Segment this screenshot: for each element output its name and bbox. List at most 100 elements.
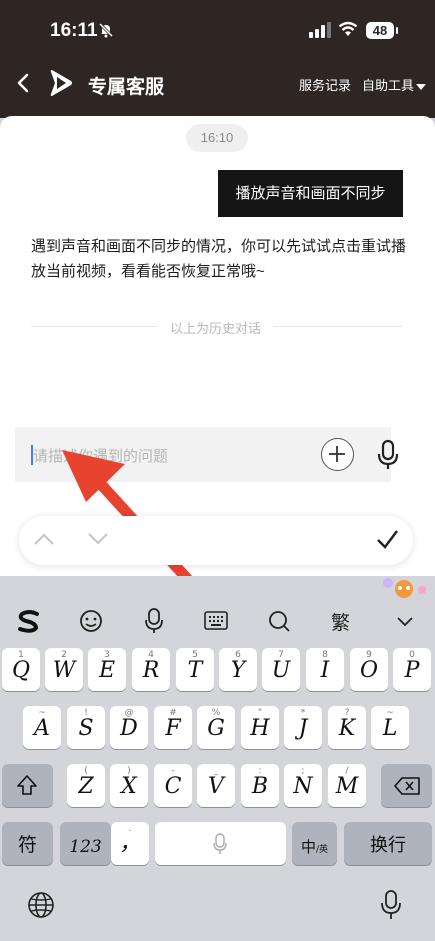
backspace-key[interactable] [381, 764, 432, 807]
service-records-link[interactable]: 服务记录 [299, 75, 351, 94]
space-mic-icon [213, 833, 227, 854]
key-t[interactable]: 5T [176, 648, 214, 691]
key-p[interactable]: 0P [393, 648, 431, 691]
key-b[interactable]: :B [241, 764, 279, 807]
wifi-icon [338, 21, 358, 36]
key-label: F [165, 716, 181, 741]
key-x[interactable]: ) X [110, 764, 148, 807]
divider-line [273, 326, 403, 327]
language-switch-key[interactable]: 中/英 [292, 822, 337, 865]
app-header: 16:11 48 专属客服 服务记录 自助工具 [0, 0, 435, 118]
sogou-logo-icon[interactable] [14, 606, 44, 636]
key-d[interactable]: @ D [110, 706, 148, 749]
plus-icon [329, 446, 345, 462]
key-label: 中/英 [292, 836, 337, 857]
self-tools-label: 自助工具 [362, 78, 415, 93]
key-i[interactable]: 8I [306, 648, 344, 691]
divider-line [31, 326, 158, 327]
voice-input-mic-icon[interactable] [375, 439, 401, 471]
key-label: 123 [69, 837, 102, 857]
collapse-keyboard-icon[interactable] [396, 606, 414, 636]
comma-key[interactable]: .， [111, 822, 149, 865]
user-message-bubble: 播放声音和画面不同步 [218, 170, 403, 217]
key-o[interactable]: 9O [350, 648, 388, 691]
page-title: 专属客服 [88, 77, 165, 98]
key-label: ， [118, 831, 141, 856]
key-label: H [250, 716, 270, 741]
key-a[interactable]: ~ A [23, 706, 61, 749]
chat-panel: 16:10 播放声音和画面不同步 遇到声音和画面不同步的情况，你可以先试试点击重… [0, 116, 435, 612]
key-k[interactable]: ? K [328, 706, 366, 749]
key-label: N [293, 774, 313, 799]
key-label: M [335, 774, 359, 799]
self-tools-dropdown[interactable]: 自助工具 [362, 75, 427, 94]
key-n[interactable]: ; N [284, 764, 322, 807]
key-label: K [338, 716, 356, 741]
return-key[interactable]: 换行 [344, 822, 432, 865]
symbols-key[interactable]: 符 [2, 822, 53, 865]
key-label: Z [78, 774, 94, 799]
microphone-icon[interactable] [143, 606, 165, 636]
key-label: Y [230, 658, 246, 683]
key-label: G [207, 716, 225, 741]
key-e[interactable]: 3E [88, 648, 126, 691]
add-attachment-button[interactable] [321, 438, 354, 471]
status-bar: 16:11 48 [0, 0, 435, 60]
keyboard: 繁 1Q 2W 3E 4R 5T 6Y 7U 8I 9O 0P ~ A ! S @ D… [0, 576, 435, 941]
key-label: B [251, 774, 269, 799]
key-q[interactable]: 1Q [2, 648, 40, 691]
space-key[interactable] [155, 822, 286, 865]
message-timestamp: 16:10 [186, 124, 248, 152]
chevron-up-icon[interactable] [33, 531, 55, 547]
cellular-signal-icon [309, 22, 331, 38]
chevron-down-icon[interactable] [87, 531, 109, 547]
search-icon[interactable] [267, 606, 291, 636]
keyboard-accessory-bar [19, 516, 413, 565]
key-label: P [404, 658, 420, 683]
key-label: O [359, 658, 379, 683]
numbers-key[interactable]: 123 [60, 822, 111, 865]
key-label: D [120, 716, 138, 741]
key-l[interactable]: ~ L [371, 706, 409, 749]
keyboard-mascot-icon [383, 578, 426, 598]
key-j[interactable]: * J [284, 706, 322, 749]
key-s[interactable]: ! S [67, 706, 105, 749]
shift-key[interactable] [2, 764, 53, 807]
key-label: X [121, 774, 137, 799]
key-label: J [298, 716, 308, 741]
done-checkmark-icon[interactable] [375, 528, 399, 552]
keyboard-switch-icon[interactable] [203, 606, 229, 636]
key-y[interactable]: 6Y [219, 648, 257, 691]
emoji-icon[interactable] [78, 606, 104, 636]
dropdown-caret-icon [416, 83, 427, 90]
app-logo-icon [50, 70, 72, 96]
key-g[interactable]: % G [197, 706, 235, 749]
history-divider: 以上为历史对话 [31, 317, 403, 336]
dictation-mic-icon[interactable] [380, 889, 402, 921]
traditional-chinese-toggle[interactable]: 繁 [331, 608, 350, 638]
mute-bell-icon [98, 22, 114, 38]
key-c[interactable]: -C [154, 764, 192, 807]
history-divider-text: 以上为历史对话 [170, 321, 262, 336]
key-v[interactable]: _ V [197, 764, 235, 807]
key-h[interactable]: " H [241, 706, 279, 749]
key-m[interactable]: / M [328, 764, 366, 807]
key-label: E [98, 658, 116, 683]
globe-icon[interactable] [27, 891, 55, 919]
key-label: W [52, 658, 76, 683]
key-label: C [164, 774, 182, 799]
key-label: I [320, 658, 330, 683]
key-f[interactable]: # F [154, 706, 192, 749]
key-w[interactable]: 2W [45, 648, 83, 691]
lang-key-main: 中 [300, 838, 316, 856]
status-time: 16:11 [50, 20, 98, 41]
back-chevron-icon[interactable] [14, 70, 34, 96]
key-label: U [271, 658, 291, 683]
key-r[interactable]: 4R [132, 648, 170, 691]
key-label: A [34, 716, 50, 741]
key-label: 换行 [370, 835, 406, 856]
battery-indicator: 48 [366, 22, 398, 39]
key-z[interactable]: (Z [67, 764, 105, 807]
key-label: L [382, 716, 398, 741]
key-u[interactable]: 7U [262, 648, 300, 691]
